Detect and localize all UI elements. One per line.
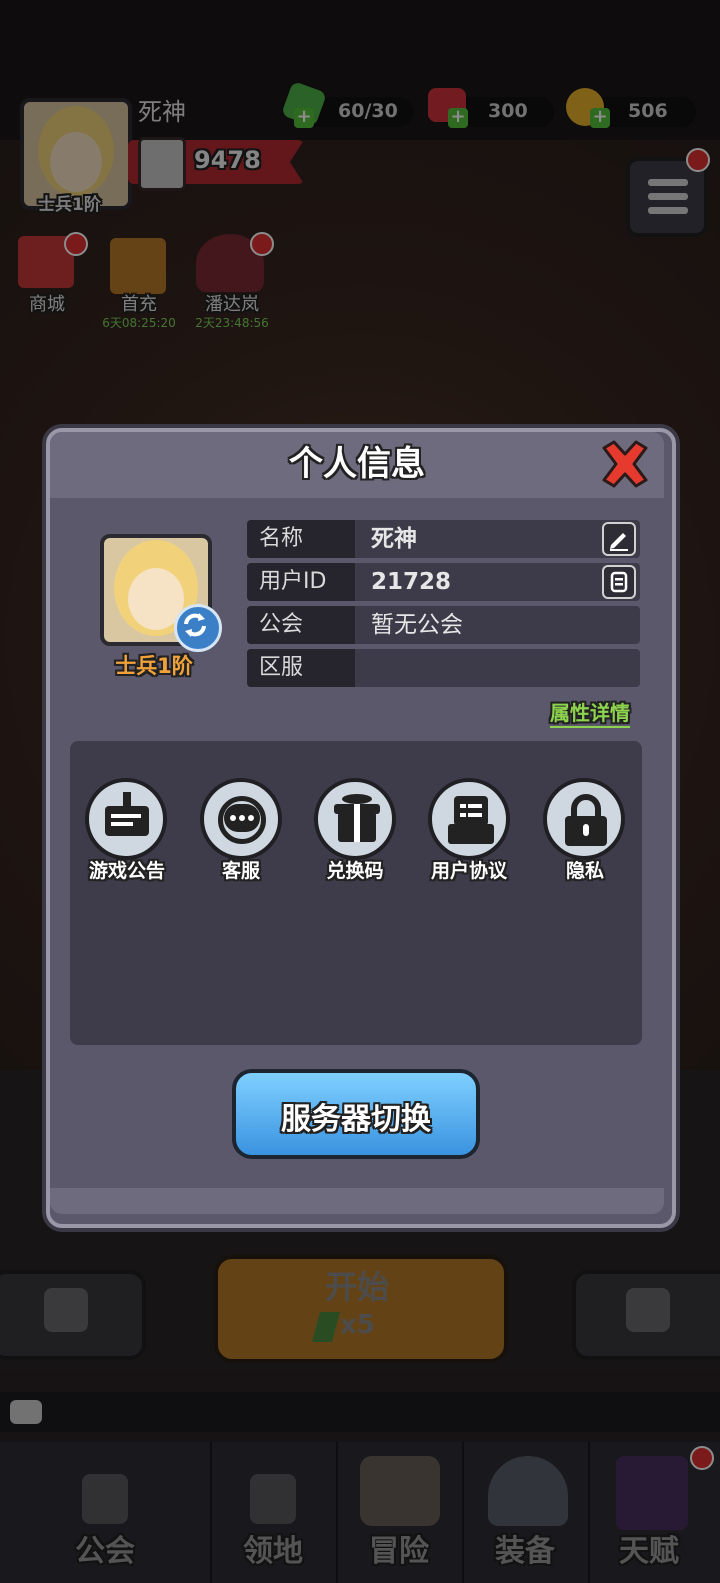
info-value: 暂无公会: [371, 612, 463, 638]
function-label-support: 客服: [221, 860, 260, 882]
function-label-agreement: 用户协议: [430, 860, 507, 882]
function-label-privacy: 隐私: [565, 860, 604, 882]
refresh-icon: [184, 613, 206, 637]
headset-chat-icon: [200, 778, 282, 860]
info-value: 21728: [371, 569, 452, 595]
function-button-support[interactable]: [200, 778, 282, 860]
edit-name-button[interactable]: [602, 522, 636, 556]
agreement-icon: [428, 778, 510, 860]
function-button-agreement[interactable]: [428, 778, 510, 860]
modal-title: 个人信息: [289, 444, 425, 484]
switch-server-label: 服务器切换: [281, 1102, 431, 1137]
function-button-privacy[interactable]: [543, 778, 625, 860]
info-key: 区服: [247, 649, 355, 687]
info-key: 公会: [247, 606, 355, 644]
info-key: 名称: [247, 520, 355, 558]
function-label-notice: 游戏公告: [88, 860, 165, 882]
info-row-guild: 公会 暂无公会: [247, 606, 640, 644]
copy-id-button[interactable]: [602, 565, 636, 599]
info-value: 死神: [371, 526, 417, 552]
copy-icon: [610, 571, 628, 593]
info-key: 用户ID: [247, 563, 355, 601]
lock-icon: [543, 778, 625, 860]
gift-icon: [314, 778, 396, 860]
close-icon: [602, 440, 648, 488]
attribute-details-link[interactable]: 属性详情: [550, 697, 630, 728]
close-button[interactable]: [598, 438, 652, 490]
pencil-icon: [610, 533, 628, 551]
info-row-user-id: 用户ID 21728: [247, 563, 640, 601]
modal-footer: [50, 1188, 664, 1214]
notice-board-icon: [85, 778, 167, 860]
profile-rank: 士兵1阶: [115, 654, 193, 678]
function-button-redeem[interactable]: [314, 778, 396, 860]
change-avatar-button[interactable]: [174, 604, 222, 652]
info-row-name: 名称 死神: [247, 520, 640, 558]
function-button-notice[interactable]: [85, 778, 167, 860]
info-row-server: 区服: [247, 649, 640, 687]
function-label-redeem: 兑换码: [326, 860, 384, 882]
